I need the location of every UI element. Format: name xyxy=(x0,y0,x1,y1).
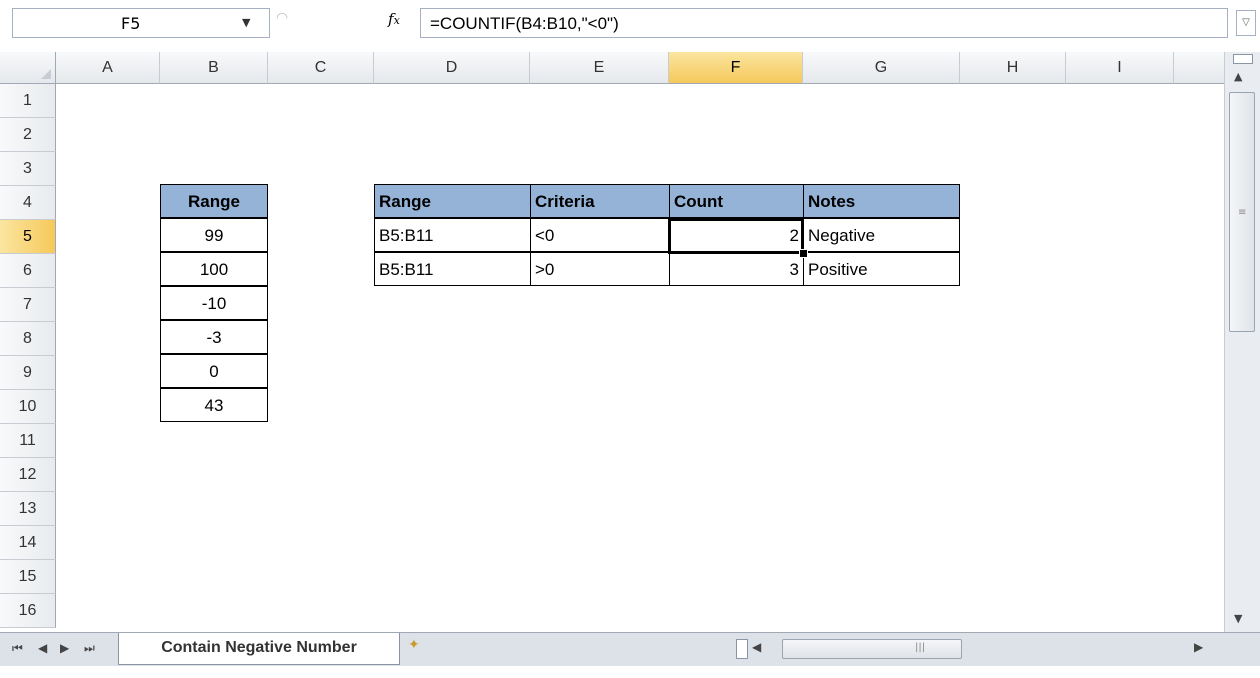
scroll-down-icon[interactable]: ▼ xyxy=(1234,612,1242,625)
row-header-4[interactable]: 4 xyxy=(0,186,56,220)
range-value-cell[interactable]: 43 xyxy=(160,388,268,422)
formula-input[interactable]: =COUNTIF(B4:B10,"<0") xyxy=(420,8,1228,38)
count-table-cell[interactable]: Positive xyxy=(803,252,960,286)
sheet-tab-bar: ⏮ ◀ ▶ ⏭ Contain Negative Number ✦ ◀ ||| … xyxy=(0,632,1260,666)
sheet-tab-active[interactable]: Contain Negative Number xyxy=(118,633,400,665)
row-header-15[interactable]: 15 xyxy=(0,560,56,594)
count-table-cell[interactable]: <0 xyxy=(530,218,670,252)
column-header-e[interactable]: E xyxy=(530,52,669,84)
select-all-icon xyxy=(41,69,51,79)
row-header-9[interactable]: 9 xyxy=(0,356,56,390)
vertical-scrollbar[interactable]: ▲ ≡ ▼ xyxy=(1224,52,1260,632)
next-sheet-icon[interactable]: ▶ xyxy=(60,641,69,655)
row-header-5[interactable]: 5 xyxy=(0,220,56,254)
count-table-header-range[interactable]: Range xyxy=(374,184,531,218)
column-header-a[interactable]: A xyxy=(56,52,160,84)
insert-worksheet-icon[interactable]: ✦ xyxy=(408,637,452,661)
column-header-c[interactable]: C xyxy=(268,52,374,84)
grip-icon: ≡ xyxy=(1238,207,1247,218)
count-table-cell[interactable]: Negative xyxy=(803,218,960,252)
horizontal-scrollbar[interactable]: ◀ ||| ▶ xyxy=(736,639,1216,661)
select-all-button[interactable] xyxy=(0,52,56,84)
grip-icon: ||| xyxy=(915,642,926,653)
row-header-2[interactable]: 2 xyxy=(0,118,56,152)
range-value-cell[interactable]: -10 xyxy=(160,286,268,320)
chevron-down-icon[interactable]: ▼ xyxy=(242,16,250,29)
scroll-up-icon[interactable]: ▲ xyxy=(1234,70,1242,83)
worksheet-grid: A B C D E F G H I 1 2 3 4 5 6 7 8 9 10 1… xyxy=(0,52,1224,632)
range-header-cell[interactable]: Range xyxy=(160,184,268,218)
row-header-12[interactable]: 12 xyxy=(0,458,56,492)
count-table-header-criteria[interactable]: Criteria xyxy=(530,184,670,218)
row-header-8[interactable]: 8 xyxy=(0,322,56,356)
count-table-cell-active[interactable]: 2 xyxy=(669,218,804,252)
count-table-cell[interactable]: >0 xyxy=(530,252,670,286)
formula-text: =COUNTIF(B4:B10,"<0") xyxy=(430,14,619,33)
split-box[interactable] xyxy=(1233,54,1253,64)
count-table-cell[interactable]: 3 xyxy=(669,252,804,286)
row-header-3[interactable]: 3 xyxy=(0,152,56,186)
count-table-cell[interactable]: B5:B11 xyxy=(374,218,531,252)
fill-handle[interactable] xyxy=(799,249,808,258)
row-header-1[interactable]: 1 xyxy=(0,84,56,118)
column-header-f[interactable]: F xyxy=(669,52,803,84)
range-value-cell[interactable]: 0 xyxy=(160,354,268,388)
name-box-value: F5 xyxy=(121,14,141,33)
scroll-right-icon[interactable]: ▶ xyxy=(1194,640,1203,654)
prev-sheet-icon[interactable]: ◀ xyxy=(38,641,47,655)
column-header-b[interactable]: B xyxy=(160,52,268,84)
count-table-header-notes[interactable]: Notes xyxy=(803,184,960,218)
range-value-cell[interactable]: -3 xyxy=(160,320,268,354)
last-sheet-icon[interactable]: ⏭ xyxy=(84,641,95,656)
row-header-7[interactable]: 7 xyxy=(0,288,56,322)
formula-bar: F5 ▼ ◠ fx =COUNTIF(B4:B10,"<0") ▽ xyxy=(0,0,1260,46)
insert-function-icon[interactable]: fx xyxy=(388,10,400,28)
column-header-g[interactable]: G xyxy=(803,52,960,84)
column-header-i[interactable]: I xyxy=(1066,52,1174,84)
row-header-10[interactable]: 10 xyxy=(0,390,56,424)
row-header-11[interactable]: 11 xyxy=(0,424,56,458)
column-header-j[interactable] xyxy=(1174,52,1224,84)
name-box[interactable]: F5 ▼ xyxy=(12,8,270,38)
column-header-d[interactable]: D xyxy=(374,52,530,84)
row-header-13[interactable]: 13 xyxy=(0,492,56,526)
expand-formula-bar-icon[interactable]: ▽ xyxy=(1236,10,1256,36)
row-header-14[interactable]: 14 xyxy=(0,526,56,560)
vertical-scroll-thumb[interactable]: ≡ xyxy=(1229,92,1255,332)
horizontal-scroll-thumb[interactable]: ||| xyxy=(782,639,962,659)
scroll-left-icon[interactable]: ◀ xyxy=(752,640,761,654)
range-value-cell[interactable]: 100 xyxy=(160,252,268,286)
split-box[interactable] xyxy=(736,639,748,659)
count-table-cell[interactable]: B5:B11 xyxy=(374,252,531,286)
count-table-header-count[interactable]: Count xyxy=(669,184,804,218)
first-sheet-icon[interactable]: ⏮ xyxy=(12,641,23,656)
row-header-16[interactable]: 16 xyxy=(0,594,56,628)
formula-cancel-icon[interactable]: ◠ xyxy=(276,10,294,36)
range-value-cell[interactable]: 99 xyxy=(160,218,268,252)
column-header-h[interactable]: H xyxy=(960,52,1066,84)
row-header-6[interactable]: 6 xyxy=(0,254,56,288)
